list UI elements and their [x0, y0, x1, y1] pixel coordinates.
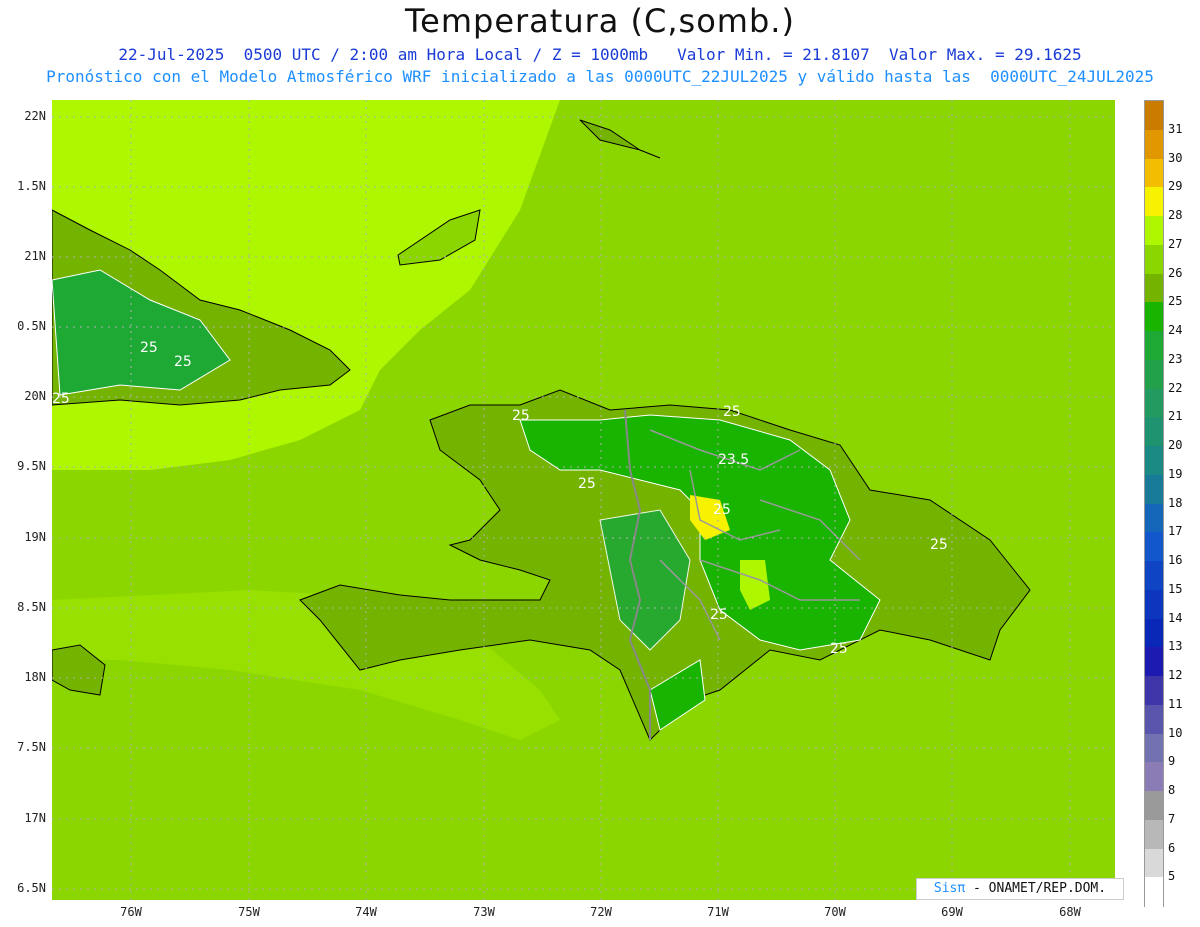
chart-title: Temperatura (C,somb.)	[405, 2, 795, 40]
colorbar-swatch	[1145, 733, 1163, 763]
contour-label: 25	[723, 404, 741, 420]
lon-label: 69W	[941, 905, 963, 919]
colorbar-label: 18	[1168, 495, 1183, 510]
lat-label: 19N	[24, 530, 46, 544]
colorbar-label: 6	[1168, 840, 1176, 855]
colorbar-swatch	[1145, 244, 1163, 274]
colorbar-swatch	[1145, 561, 1163, 591]
contour-label: 23.5	[718, 452, 749, 468]
colorbar-label: 10	[1168, 725, 1183, 740]
colorbar	[1144, 100, 1164, 907]
contour-label: 25	[930, 537, 948, 553]
sispi-logo: Sisπ	[933, 881, 966, 896]
colorbar-swatch	[1145, 848, 1163, 878]
lon-label: 73W	[473, 905, 495, 919]
colorbar-swatch	[1145, 618, 1163, 648]
colorbar-swatch	[1145, 589, 1163, 619]
colorbar-label: 23	[1168, 351, 1183, 366]
colorbar-label: 14	[1168, 610, 1183, 625]
colorbar-swatch	[1145, 474, 1163, 504]
colorbar-label: 27	[1168, 236, 1183, 251]
colorbar-swatch	[1145, 704, 1163, 734]
turks-islands	[579, 119, 661, 159]
contour-label: 25	[52, 391, 70, 407]
lat-label: 1.5N	[17, 179, 46, 193]
colorbar-label: 20	[1168, 438, 1183, 452]
credit-text: - ONAMET/REP.DOM.	[965, 881, 1107, 896]
colorbar-swatch	[1145, 417, 1163, 447]
colorbar-label: 15	[1168, 581, 1183, 596]
colorbar-swatch	[1145, 762, 1163, 792]
contour-label: 25	[512, 408, 530, 424]
lon-label: 76W	[120, 905, 142, 919]
lat-label: 6.5N	[17, 881, 46, 895]
subtitle-valid-time: 22-Jul-2025 0500 UTC / 2:00 am Hora Loca…	[118, 45, 1082, 64]
colorbar-swatch	[1145, 158, 1163, 188]
contour-label: 25	[140, 340, 158, 356]
lat-label: 21N	[24, 249, 46, 263]
colorbar-label: 24	[1168, 323, 1183, 337]
colorbar-swatch	[1145, 359, 1163, 389]
colorbar-swatch	[1145, 676, 1163, 706]
colorbar-swatch	[1145, 532, 1163, 562]
contour-label: 25	[710, 607, 728, 623]
credit-box: Sisπ - ONAMET/REP.DOM.	[916, 878, 1124, 900]
lat-label: 20N	[24, 389, 46, 403]
lon-label: 72W	[590, 905, 612, 919]
colorbar-label: 21	[1168, 409, 1183, 424]
colorbar-label: 31	[1168, 121, 1183, 136]
lon-label: 68W	[1059, 905, 1081, 919]
colorbar-label: 28	[1168, 208, 1183, 222]
lon-label: 71W	[707, 905, 729, 919]
lat-label: 18N	[24, 670, 46, 684]
lat-label: 8.5N	[17, 600, 46, 614]
colorbar-swatch	[1145, 101, 1163, 131]
colorbar-label: 30	[1168, 150, 1183, 165]
colorbar-label: 29	[1168, 179, 1183, 194]
contour-label: 25	[830, 641, 848, 657]
colorbar-label: 8	[1168, 783, 1176, 797]
colorbar-swatch	[1145, 216, 1163, 246]
lat-label: 9.5N	[17, 459, 46, 473]
colorbar-swatch	[1145, 187, 1163, 217]
contour-label: 25	[174, 354, 192, 370]
colorbar-swatch	[1145, 302, 1163, 332]
colorbar-label: 5	[1168, 869, 1176, 884]
temperature-map: 25 25 25 25 25 23.5 25 25 25 25 25	[52, 100, 1115, 900]
colorbar-swatch	[1145, 877, 1163, 907]
colorbar-label: 26	[1168, 265, 1183, 280]
colorbar-swatch	[1145, 446, 1163, 476]
colorbar-label: 17	[1168, 524, 1183, 539]
colorbar-label: 11	[1168, 696, 1183, 711]
lat-label: 17N	[24, 811, 46, 825]
colorbar-swatch	[1145, 503, 1163, 533]
lon-label: 70W	[824, 905, 846, 919]
colorbar-label: 7	[1168, 811, 1176, 826]
lon-label: 74W	[355, 905, 377, 919]
lon-label: 75W	[238, 905, 260, 919]
lat-label: 22N	[24, 109, 46, 123]
colorbar-label: 25	[1168, 294, 1183, 309]
colorbar-label: 16	[1168, 553, 1183, 567]
contour-label: 25	[578, 476, 596, 492]
colorbar-label: 19	[1168, 466, 1183, 481]
colorbar-swatch	[1145, 388, 1163, 418]
contour-label: 25	[713, 502, 731, 518]
colorbar-label: 9	[1168, 754, 1176, 769]
colorbar-swatch	[1145, 129, 1163, 159]
colorbar-label: 22	[1168, 380, 1183, 395]
subtitle-model-run: Pronóstico con el Modelo Atmosférico WRF…	[46, 67, 1154, 86]
colorbar-swatch	[1145, 791, 1163, 821]
colorbar-label: 12	[1168, 668, 1183, 682]
colorbar-label: 13	[1168, 639, 1183, 654]
lat-label: 0.5N	[17, 319, 46, 333]
colorbar-swatch	[1145, 331, 1163, 361]
colorbar-swatch	[1145, 647, 1163, 677]
colorbar-swatch	[1145, 819, 1163, 849]
colorbar-swatch	[1145, 273, 1163, 303]
lat-label: 7.5N	[17, 740, 46, 754]
